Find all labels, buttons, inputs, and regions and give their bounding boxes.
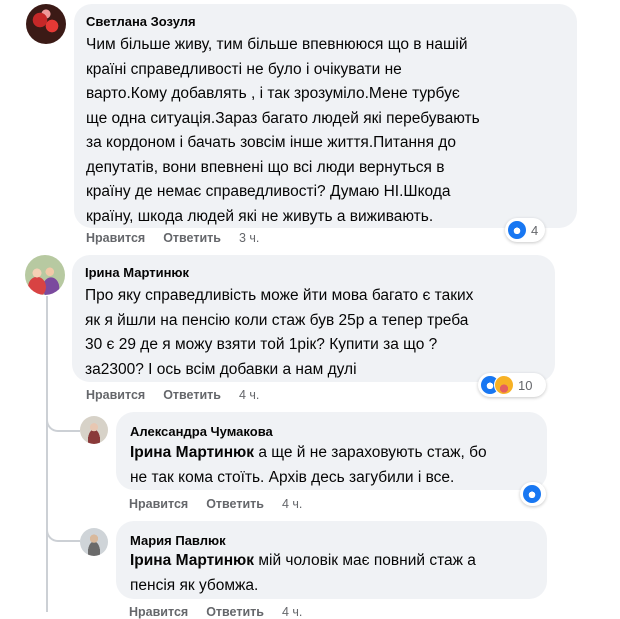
reply-button[interactable]: Ответить [163,388,221,402]
care-icon [494,375,514,395]
reply-time[interactable]: 4 ч. [282,605,302,619]
like-button[interactable]: Нравится [129,605,188,619]
comment-text-line: за кордоном і бачать зовсім інше життя.П… [86,134,456,151]
like-button[interactable]: Нравится [86,231,145,245]
comment-text-line: ще одна ситуація.Зараз багато людей які … [86,109,480,127]
comment-text-line: як я йшли на пенсію коли стаж був 25р а … [85,311,469,329]
comment-text: Про яку справедливість може йти мова баг… [85,284,473,382]
reaction-summary[interactable]: 4 [505,218,545,242]
reply-text-line: Ірина Мартинюк мій чоловік має повний ст… [130,549,476,574]
like-button[interactable]: Нравится [86,388,145,402]
reply-text-line: Ірина Мартинюк а ще й не зараховують ста… [130,441,487,466]
reply-time[interactable]: 4 ч. [282,497,302,511]
comment-text-line: країну де немає справедливості? Думаю НІ… [86,183,451,200]
reply-button[interactable]: Ответить [206,497,264,511]
like-button[interactable]: Нравится [129,497,188,511]
reply-text-line: пенсія як убомжа. [130,576,259,594]
mention-link[interactable]: Ірина Мартинюк [130,444,254,461]
comment-text-line: Чим більше живу, тим більше впевнююся що… [86,36,468,53]
reply-text-rest: а ще й не зараховують стаж, бо [254,444,487,461]
reply-author[interactable]: Александра Чумакова [130,424,273,439]
comment-text: Чим більше живу, тим більше впевнююся що… [86,33,480,229]
thread-line [46,296,48,612]
comment-text-line: депутатів, вони впевнені що всі люди вер… [86,158,445,176]
reaction-count: 4 [531,222,539,238]
reply-text: Ірина Мартинюк а ще й не зараховують ста… [130,441,487,490]
reply-actions: Нравится Ответить 4 ч. [129,605,302,619]
reaction-summary[interactable]: 10 [478,373,546,397]
reply-actions: Нравится Ответить 4 ч. [129,497,302,511]
comment-author[interactable]: Ірина Мартинюк [85,265,189,280]
reply-author[interactable]: Мария Павлюк [130,533,226,548]
comment-time[interactable]: 3 ч. [239,231,259,245]
reply-text-line: не так кома стоїть. Архів десь загубили … [130,468,455,486]
comment-text-line: варто.Кому добавлять , і так зрозуміло.М… [86,85,460,102]
reply-button[interactable]: Ответить [163,231,221,245]
reply-button[interactable]: Ответить [206,605,264,619]
avatar[interactable] [26,4,66,44]
comment-text-line: країні справедливості не було і очікуват… [86,60,402,78]
reaction-summary[interactable] [520,482,546,506]
reply-text: Ірина Мартинюк мій чоловік має повний ст… [130,549,476,598]
comment-bubble: Светлана Зозуля Чим більше живу, тим біл… [74,4,577,228]
like-icon [507,220,527,240]
comment-time[interactable]: 4 ч. [239,388,259,402]
reaction-count: 10 [518,377,533,393]
comment-text-line: за2300? І ось всім добавки а нам дулі [85,360,357,378]
comment-text-line: 30 є 29 де я можу взяти той 1рік? Купити… [85,336,438,353]
comment-author[interactable]: Светлана Зозуля [86,14,196,29]
avatar[interactable] [80,528,108,556]
comment-bubble: Ірина Мартинюк Про яку справедливість мо… [72,255,555,382]
comment-actions: Нравится Ответить 3 ч. [86,231,259,245]
reply-text-rest: мій чоловік має повний стаж а [254,552,476,569]
like-icon [522,484,542,504]
avatar[interactable] [80,416,108,444]
comment-text-line: країну, шкода людей які не живуть а вижи… [86,207,434,225]
reply-bubble: Мария Павлюк Ірина Мартинюк мій чоловік … [116,521,547,599]
avatar[interactable] [25,255,65,295]
thread-branch [46,400,80,432]
comment-actions: Нравится Ответить 4 ч. [86,388,259,402]
reply-bubble: Александра Чумакова Ірина Мартинюк а ще … [116,412,547,490]
comment-text-line: Про яку справедливість може йти мова баг… [85,287,474,304]
thread-branch [46,510,80,542]
mention-link[interactable]: Ірина Мартинюк [130,552,254,569]
